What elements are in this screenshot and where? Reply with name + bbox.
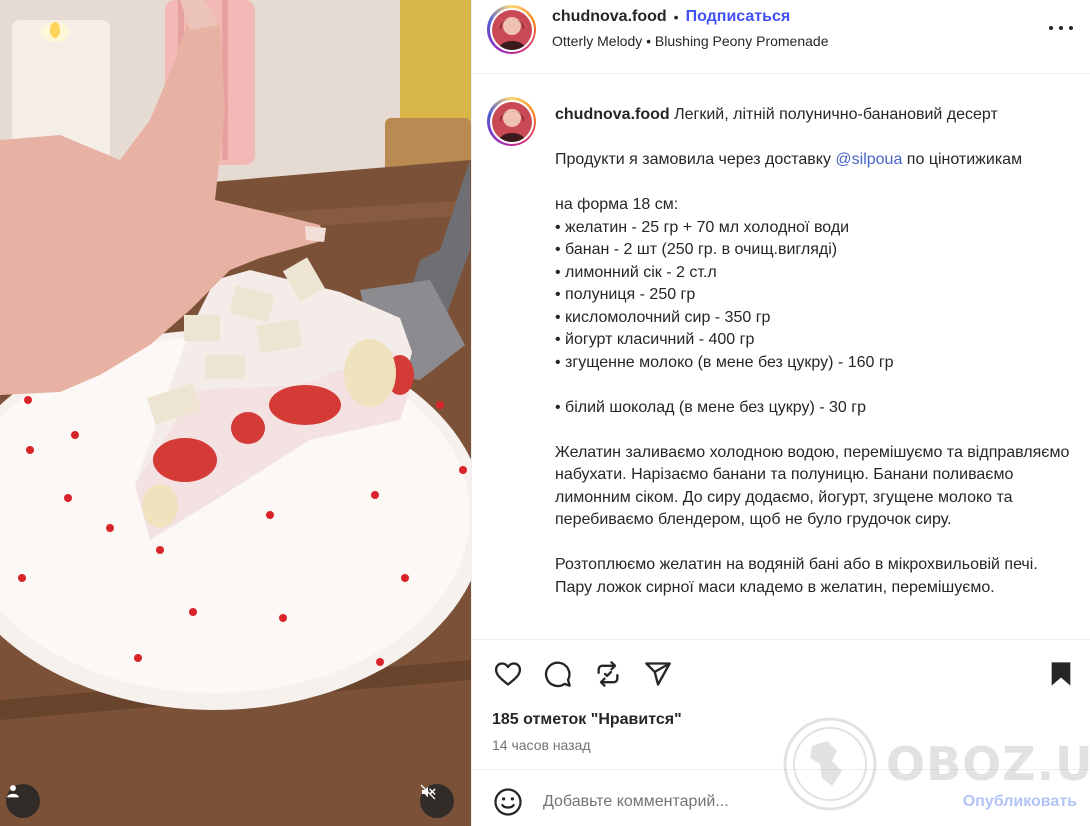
heart-icon [494,662,522,686]
caption-intro: Продукти я замовила через доставку [555,151,831,168]
likes-count[interactable]: 185 отметок "Нравится" [492,711,682,729]
user-icon [7,785,19,798]
caption-area[interactable]: chudnova.food Легкий, літній полунично-б… [472,75,1090,639]
share-icon [645,662,671,686]
post-header: chudnova.food • Подписаться Otterly Melo… [472,0,1090,74]
emoji-icon [494,788,522,816]
caption-avatar[interactable] [487,97,536,146]
avatar-photo [491,101,532,142]
caption-body: по цінотижикам на форма 18 см: • желатин… [555,151,1070,596]
post-timestamp[interactable]: 14 часов назад [492,737,591,753]
audio-track-link[interactable]: Otterly Melody • Blushing Peony Promenad… [552,33,829,49]
save-button[interactable] [1045,658,1077,690]
publish-button[interactable]: Опубликовать [963,793,1077,811]
comment-input[interactable] [543,793,923,811]
more-icon [1049,26,1053,30]
dessert-photo [0,0,471,826]
emoji-button[interactable] [493,787,523,817]
caption-username[interactable]: chudnova.food [555,106,670,123]
bookmark-icon [1051,662,1071,686]
repost-icon [597,661,619,687]
muted-speaker-icon [420,784,436,800]
share-button[interactable] [642,658,674,690]
avatar-photo [491,9,532,50]
repost-button[interactable] [592,658,624,690]
follow-button[interactable]: Подписаться [686,8,791,26]
separator-dot: • [673,9,679,25]
like-button[interactable] [492,658,524,690]
tagged-users-button[interactable] [6,784,40,818]
caption-title: Легкий, літній полунично-банановий десер… [669,106,998,123]
more-options-button[interactable] [1049,18,1073,38]
post-panel: chudnova.food • Подписаться Otterly Melo… [471,0,1090,826]
avatar[interactable] [487,5,536,54]
caption-text: chudnova.food Легкий, літній полунично-б… [555,104,1075,599]
comment-icon [544,661,571,688]
post-media[interactable] [0,0,471,826]
username-link[interactable]: chudnova.food [552,8,667,26]
post-actions: 185 отметок "Нравится" 14 часов назад OB… [472,639,1090,811]
mute-button[interactable] [420,784,454,818]
mention-link[interactable]: @silpoua [835,151,902,168]
comment-button[interactable] [542,658,574,690]
comment-bar: Опубликовать [472,771,1090,826]
